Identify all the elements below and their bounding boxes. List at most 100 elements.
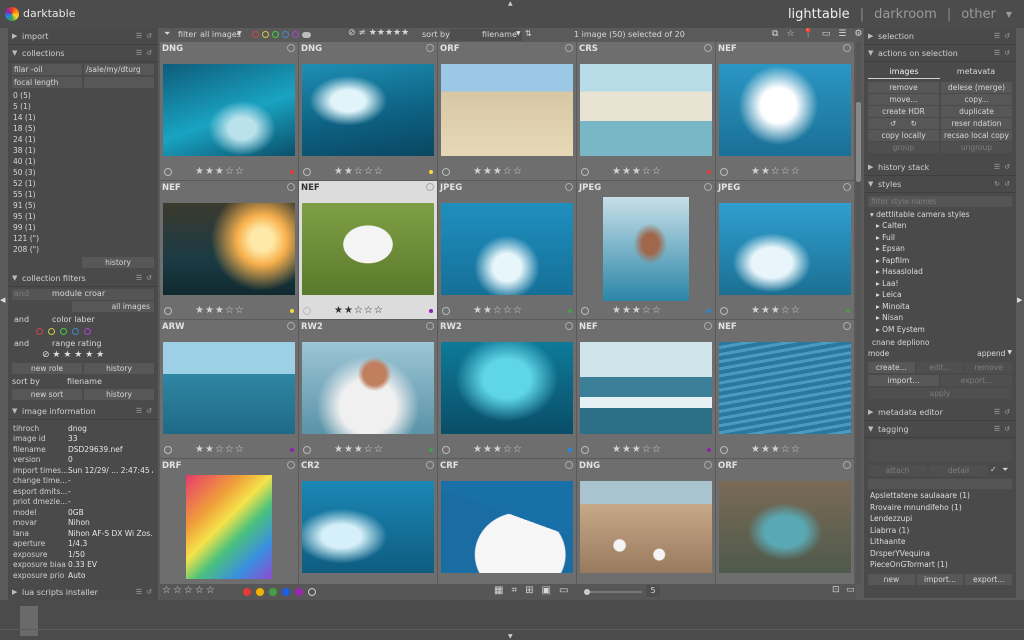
red-label-icon[interactable] [36,328,43,335]
collection-filters-header[interactable]: ▼ collection filters ☰ ↺ [8,270,158,287]
star-rating[interactable]: ★★★☆☆ [751,444,819,455]
rating-stars-bottom[interactable]: ☆☆☆☆☆ [162,585,217,596]
thumbnail-image[interactable] [441,481,573,573]
presets-icon[interactable]: ☰ [992,425,1002,433]
collapse-right-arrow-icon[interactable]: ▶ [1017,296,1022,304]
presets-icon[interactable]: ☰ [992,163,1002,171]
chevron-down-icon[interactable]: ▼ [1006,10,1012,19]
star-rating[interactable]: ★★★☆☆ [612,444,680,455]
star-rating[interactable]: ★★★☆☆ [195,166,263,177]
purple-label-icon[interactable] [295,588,303,596]
group-icon[interactable] [843,183,851,191]
lua-scripts-header[interactable]: ▶ lua scripts installer ☰ ↺ [8,584,158,600]
star-rating[interactable]: ★★★☆☆ [751,305,819,316]
tag-item[interactable]: DrsperYVequina [864,549,1016,561]
red-label-icon[interactable] [252,31,259,38]
thumbnail-cell[interactable]: CRS ★★★☆☆ [577,42,715,180]
import-module-header[interactable]: ▶ import ☰ ↺ [8,28,158,45]
purple-label-icon[interactable] [292,31,299,38]
display-icon[interactable]: ▭ [822,29,831,39]
rotate-cw-icon[interactable]: ↻ [911,119,917,128]
group-icon[interactable] [426,322,434,330]
thumbnail-cell[interactable]: JPEG ★★★☆☆ [716,181,854,319]
reject-icon[interactable] [164,307,172,315]
tag-item[interactable]: Lithaante [864,537,1016,549]
move-button[interactable]: move... [868,94,939,105]
group-icon[interactable] [287,44,295,52]
view-lighttable[interactable]: lighttable [788,7,850,22]
tagging-header[interactable]: ▼ tagging ☰ ↺ [864,421,1016,438]
create-hdr-button[interactable]: create HDR [868,106,939,117]
presets-icon[interactable]: ☰ [134,407,144,415]
reject-icon[interactable] [720,446,728,454]
create-style-button[interactable]: create... [868,362,915,373]
star-rating[interactable]: ★★☆☆☆ [195,444,263,455]
reset-icon[interactable]: ↺ [144,274,154,282]
group-icon[interactable] [843,44,851,52]
star-icon[interactable]: ☆ [786,29,794,39]
style-item[interactable]: ▸ Fuil [864,233,1016,245]
rotate-button[interactable]: ↺ ↻ [868,118,939,129]
style-item[interactable]: ▸ Hasaslolad [864,267,1016,279]
pin-icon[interactable]: 📍 [803,29,814,39]
star-rating[interactable]: ★★☆☆☆ [751,166,819,177]
focal-length-item[interactable]: 40 (1) [8,156,158,167]
metadata-editor-header[interactable]: ▶ metadata editor ☰ ↺ [864,404,1016,421]
thumbnail-cell[interactable]: NEF ★★☆☆☆ [716,42,854,180]
group-icon[interactable] [426,183,434,191]
delete-button[interactable]: delese (merge) [941,82,1012,93]
thumbnail-image[interactable] [580,64,712,156]
reject-icon[interactable] [720,168,728,176]
view-darkroom[interactable]: darkroom [874,7,937,22]
thumbnail-cell[interactable]: ARW ★★☆☆☆ [160,320,298,458]
new-sort-button[interactable]: new sort [12,389,82,400]
reject-icon[interactable] [442,446,450,454]
thumbnail-cell[interactable]: NEF ★★★☆☆ [160,181,298,319]
resync-local-copy-button[interactable]: recsao local copy [941,130,1012,141]
thumbnail-image[interactable] [163,342,295,434]
group-icon[interactable] [287,183,295,191]
star-rating[interactable]: ★★★☆☆ [612,305,680,316]
edit-style-button[interactable]: edit... [916,362,964,373]
group-icon[interactable] [287,322,295,330]
reject-icon[interactable] [303,168,311,176]
tag-filter-icon[interactable]: ⏷ [1002,465,1012,476]
thumbnail-image[interactable] [580,342,712,434]
collection-property-select[interactable]: filar -oil [12,64,82,75]
thumbnail-cell[interactable]: RW2 ★★★☆☆ [438,320,576,458]
thumbnail-cell[interactable]: JPEG ★★★☆☆ [577,181,715,319]
tag-item[interactable]: Liabrra (1) [864,526,1016,538]
reset-icon[interactable]: ↺ [1002,163,1012,171]
focal-length-item[interactable]: 55 (1) [8,189,158,200]
yellow-label-icon[interactable] [48,328,55,335]
window-icon[interactable]: ⧉ [772,29,778,39]
copy-button[interactable]: copy... [941,94,1012,105]
group-icon[interactable] [704,183,712,191]
presets-icon[interactable]: ☰ [134,588,144,596]
focal-length-item[interactable]: 38 (1) [8,145,158,156]
culling-icon[interactable]: ⊞ [525,585,533,596]
reject-icon[interactable] [581,446,589,454]
styles-group[interactable]: ▾ dettlitable camera styles [864,210,1016,221]
reject-icon[interactable] [303,307,311,315]
thumbnail-cell[interactable]: DNG ★★☆☆☆ [299,42,437,180]
tab-images[interactable]: images [868,65,940,79]
reset-icon[interactable]: ↺ [1002,425,1012,433]
tag-item[interactable]: Rrovaire mnundifeho (1) [864,503,1016,515]
thumbnail-image[interactable] [302,203,434,295]
thumbnail-cell[interactable]: NEF ★★★☆☆ [577,320,715,458]
blue-label-icon[interactable] [282,588,290,596]
mode-select[interactable]: append [977,349,1005,361]
thumbnail-cell[interactable]: DRF [160,459,298,597]
thumbnail-image[interactable] [719,203,851,295]
attach-tag-button[interactable]: attach [868,465,927,476]
group-button[interactable]: group [868,142,939,153]
group-icon[interactable] [565,322,573,330]
fullscreen-icon[interactable]: ▭ [559,585,568,596]
timeline-strip[interactable]: ▼ [0,600,1024,640]
focal-length-item[interactable]: 121 (") [8,233,158,244]
star-rating[interactable]: ★★☆☆☆ [334,305,402,316]
style-item[interactable]: ▸ Nisan [864,313,1016,325]
focal-length-item[interactable]: 208 (") [8,244,158,255]
tag-item[interactable]: PieceOnGTormart (1) [864,560,1016,572]
